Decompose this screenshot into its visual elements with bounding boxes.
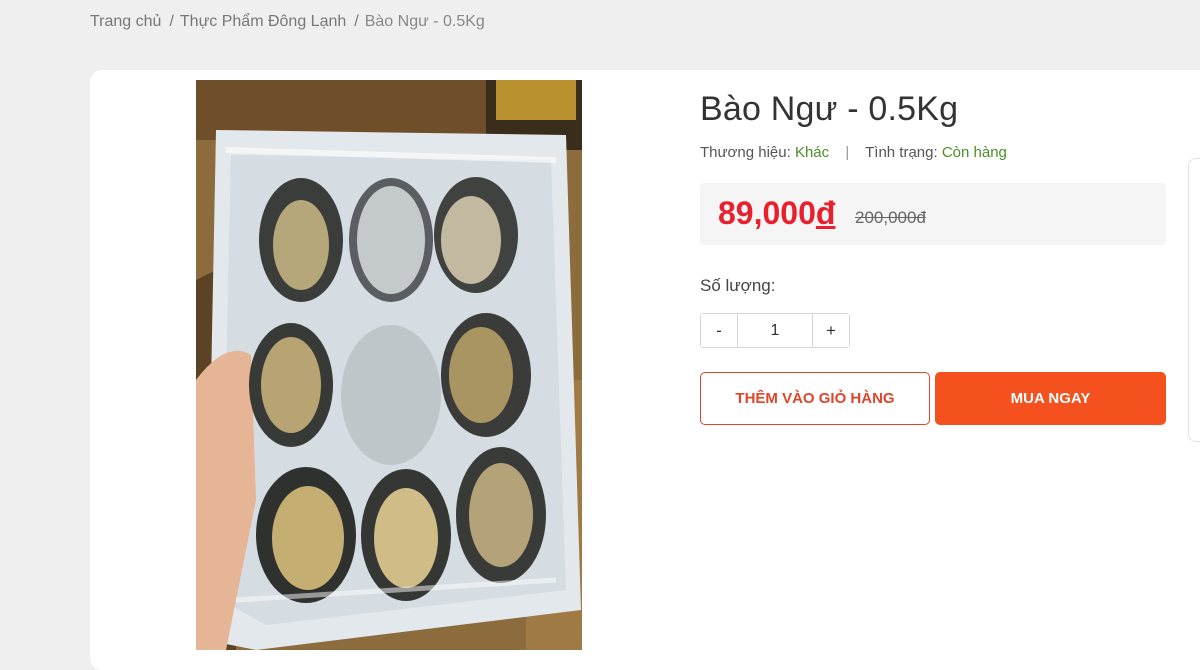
- quantity-label: Số lượng:: [700, 276, 776, 295]
- breadcrumb-home[interactable]: Trang chủ: [90, 13, 161, 31]
- breadcrumb-category[interactable]: Thực Phẩm Đông Lạnh: [180, 13, 346, 31]
- breadcrumb-separator: /: [169, 13, 174, 30]
- price-amount: 89,000: [718, 195, 816, 231]
- meta-divider: |: [845, 144, 850, 161]
- quantity-stepper: - +: [700, 313, 850, 348]
- status-value: Còn hàng: [941, 144, 1007, 161]
- price-currency: đ: [815, 195, 836, 231]
- status-label: Tình trạng:: [865, 144, 938, 161]
- breadcrumb-current: Bào Ngư - 0.5Kg: [364, 13, 485, 30]
- price-box: 89,000đ 200,000đ: [700, 183, 1166, 245]
- breadcrumb-separator: /: [354, 13, 359, 30]
- buy-now-button[interactable]: MUA NGAY: [935, 372, 1166, 425]
- product-photo-abalone-icon: [196, 80, 582, 650]
- add-to-cart-button[interactable]: THÊM VÀO GIỎ HÀNG: [700, 372, 930, 425]
- breadcrumb: Trang chủ / Thực Phẩm Đông Lạnh / Bào Ng…: [90, 13, 485, 31]
- quantity-input[interactable]: [738, 314, 812, 347]
- product-meta: Thương hiệu: Khác | Tình trạng: Còn hàng: [700, 144, 1007, 161]
- side-panel-edge: [1188, 158, 1200, 442]
- quantity-decrease-button[interactable]: -: [701, 314, 738, 347]
- brand-value[interactable]: Khác: [795, 144, 829, 161]
- product-title: Bào Ngư - 0.5Kg: [700, 90, 959, 128]
- product-image[interactable]: [196, 80, 582, 650]
- current-price: 89,000đ: [718, 195, 835, 232]
- brand-label: Thương hiệu:: [700, 144, 791, 161]
- old-price: 200,000đ: [855, 208, 926, 227]
- quantity-increase-button[interactable]: +: [812, 314, 849, 347]
